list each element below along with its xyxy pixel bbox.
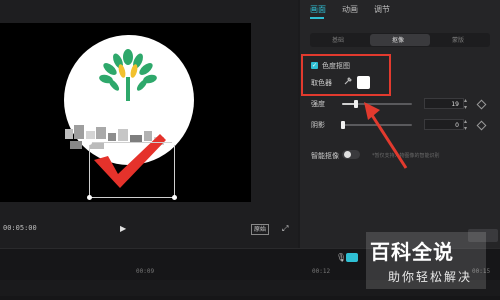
intensity-slider-knob[interactable] [354, 100, 358, 108]
microphone-icon[interactable]: 🎙 [336, 253, 346, 262]
resize-handle[interactable] [87, 195, 92, 200]
shadow-stepper[interactable]: ▴ ▾ [464, 118, 467, 132]
timecode: 00:05:00 [3, 224, 37, 232]
shadow-input[interactable]: 0 [424, 119, 464, 130]
red-arrow-icon [364, 102, 408, 169]
resize-handle[interactable] [172, 195, 177, 200]
shadow-label: 阴影 [311, 121, 325, 129]
intensity-label: 强度 [311, 100, 325, 108]
intensity-input[interactable]: 19 [424, 98, 464, 109]
time-tick: 00:09 [136, 268, 155, 275]
subtab-basic[interactable]: 基础 [332, 35, 344, 44]
active-tab-indicator [310, 17, 324, 19]
subtab-cutout[interactable]: 抠像 [392, 35, 404, 44]
resize-handle[interactable] [87, 140, 92, 145]
play-button[interactable]: ▶ [120, 224, 130, 234]
subtab-mask[interactable]: 蒙版 [452, 35, 464, 44]
tree-logo-icon [99, 49, 157, 101]
timeline-toggle-button[interactable] [346, 253, 358, 262]
tab-picture[interactable]: 画面 [310, 4, 326, 15]
tab-animation[interactable]: 动画 [342, 4, 358, 15]
fullscreen-icon[interactable]: ⤢ [282, 224, 288, 234]
smart-cutout-label: 智能抠像 [311, 152, 339, 160]
intensity-stepper[interactable]: ▴ ▾ [464, 97, 467, 111]
watermark-subtitle: 助你轻松解决 [388, 270, 473, 284]
subtab-bar: 基础 抠像 蒙版 [310, 33, 490, 47]
time-tick: 00:12 [312, 268, 331, 275]
toggle-knob [344, 151, 351, 158]
selection-box[interactable] [87, 140, 177, 200]
shadow-slider-knob[interactable] [341, 121, 345, 129]
original-ratio-button[interactable]: 原始 [251, 224, 270, 235]
highlight-box [301, 54, 391, 96]
watermark-title: 百科全说 [370, 240, 454, 264]
tab-adjust[interactable]: 调节 [374, 4, 390, 15]
resize-handle[interactable] [172, 140, 177, 145]
